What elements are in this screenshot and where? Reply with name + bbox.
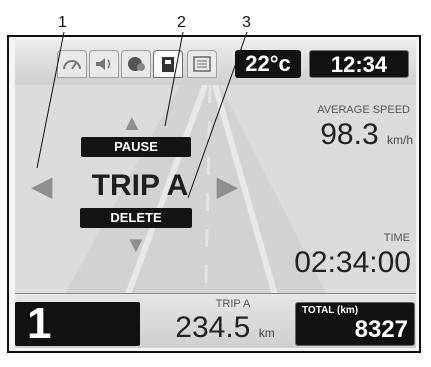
callout-leader-lines [36,31,248,199]
